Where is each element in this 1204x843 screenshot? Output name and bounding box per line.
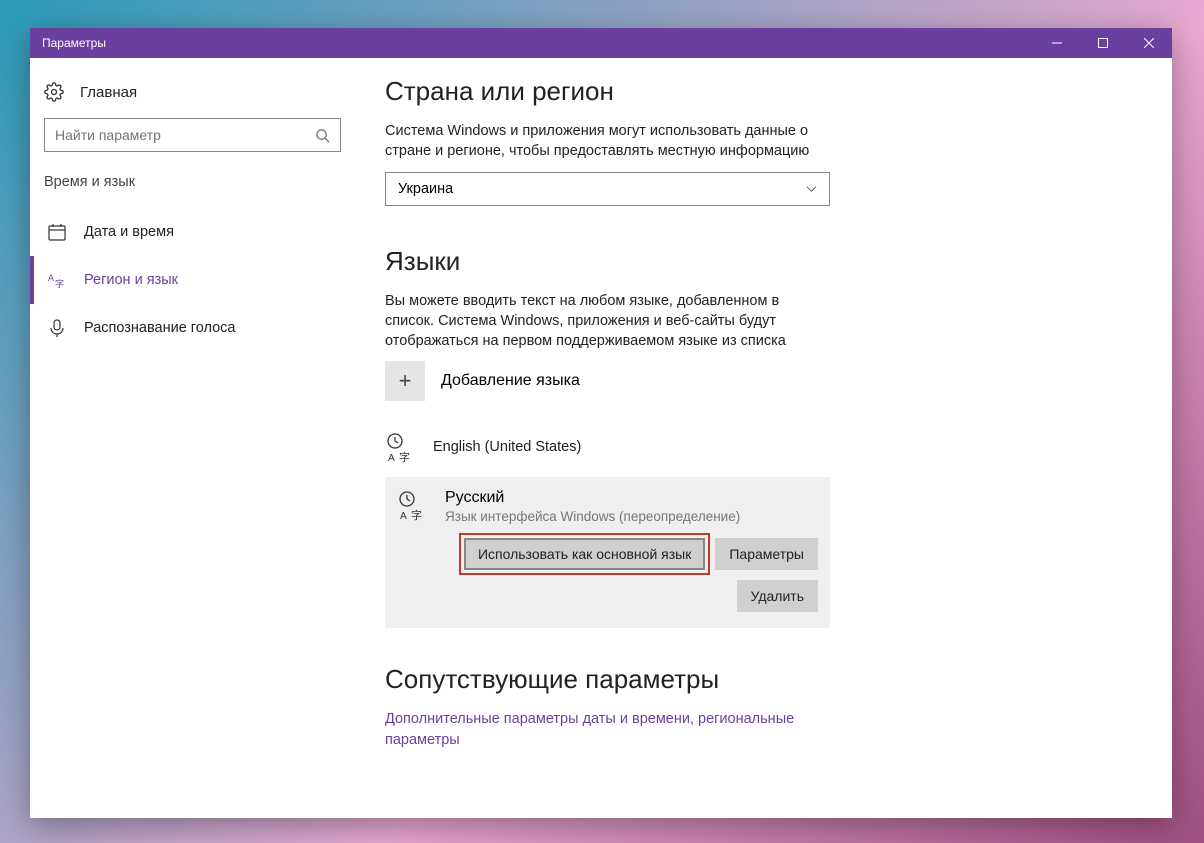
home-button[interactable]: Главная: [30, 78, 355, 118]
sidebar-item-datetime[interactable]: Дата и время: [30, 208, 355, 256]
svg-text:A: A: [48, 273, 54, 283]
sidebar-item-region-language[interactable]: A 字 Регион и язык: [30, 256, 355, 304]
calendar-icon: [48, 223, 66, 241]
close-icon: [1144, 38, 1154, 48]
home-label: Главная: [80, 84, 137, 101]
country-selected-value: Украина: [398, 181, 806, 197]
search-box[interactable]: [44, 118, 341, 152]
region-description: Система Windows и приложения могут испол…: [385, 121, 830, 162]
language-subtext: Язык интерфейса Windows (переопределение…: [445, 509, 740, 524]
svg-text:字: 字: [55, 278, 64, 289]
close-button[interactable]: [1126, 28, 1172, 58]
maximize-button[interactable]: [1080, 28, 1126, 58]
window-title: Параметры: [42, 36, 1034, 50]
add-language-label: Добавление языка: [441, 372, 580, 390]
main-panel: Страна или регион Система Windows и прил…: [355, 58, 1172, 818]
sidebar-item-label: Распознавание голоса: [84, 320, 236, 336]
sidebar-item-speech[interactable]: Распознавание голоса: [30, 304, 355, 352]
content-area: Главная Время и язык Дата и время A 字: [30, 58, 1172, 818]
language-item-english[interactable]: A 字 English (United States): [385, 423, 830, 471]
sidebar-item-label: Дата и время: [84, 224, 174, 240]
languages-heading: Языки: [385, 246, 1132, 277]
svg-text:A: A: [388, 453, 395, 463]
language-name: English (United States): [433, 439, 581, 455]
remove-language-button[interactable]: Удалить: [737, 580, 818, 612]
languages-description: Вы можете вводить текст на любом языке, …: [385, 291, 830, 352]
search-input[interactable]: [55, 127, 315, 143]
minimize-button[interactable]: [1034, 28, 1080, 58]
minimize-icon: [1052, 38, 1062, 48]
sidebar-section-header: Время и язык: [30, 174, 355, 208]
microphone-icon: [48, 319, 66, 337]
settings-window: Параметры Главная: [30, 28, 1172, 818]
language-pack-icon: A 字: [385, 431, 417, 463]
related-heading: Сопутствующие параметры: [385, 664, 1132, 695]
svg-text:字: 字: [399, 450, 410, 463]
gear-icon: [44, 82, 64, 102]
country-dropdown[interactable]: Украина: [385, 172, 830, 206]
language-icon: A 字: [48, 271, 66, 289]
set-default-language-button[interactable]: Использовать как основной язык: [464, 538, 705, 570]
sidebar: Главная Время и язык Дата и время A 字: [30, 58, 355, 818]
svg-text:字: 字: [411, 508, 422, 521]
language-buttons-row-2: Удалить: [397, 580, 818, 612]
language-pack-icon: A 字: [397, 489, 429, 521]
language-name: Русский: [445, 489, 740, 507]
language-text-block: Русский Язык интерфейса Windows (переопр…: [445, 489, 740, 524]
language-options-button[interactable]: Параметры: [715, 538, 818, 570]
related-link-additional-settings[interactable]: Дополнительные параметры даты и времени,…: [385, 709, 830, 750]
plus-icon: +: [385, 361, 425, 401]
sidebar-item-label: Регион и язык: [84, 272, 178, 288]
titlebar: Параметры: [30, 28, 1172, 58]
chevron-down-icon: [806, 183, 817, 194]
region-heading: Страна или регион: [385, 76, 1132, 107]
add-language-button[interactable]: + Добавление языка: [385, 361, 1132, 401]
language-item-russian-selected: A 字 Русский Язык интерфейса Windows (пер…: [385, 477, 830, 628]
svg-text:A: A: [400, 511, 407, 521]
search-icon: [315, 128, 330, 143]
language-buttons-row: Использовать как основной язык Параметры: [397, 538, 818, 570]
language-item-header[interactable]: A 字 Русский Язык интерфейса Windows (пер…: [397, 489, 818, 524]
maximize-icon: [1098, 38, 1108, 48]
